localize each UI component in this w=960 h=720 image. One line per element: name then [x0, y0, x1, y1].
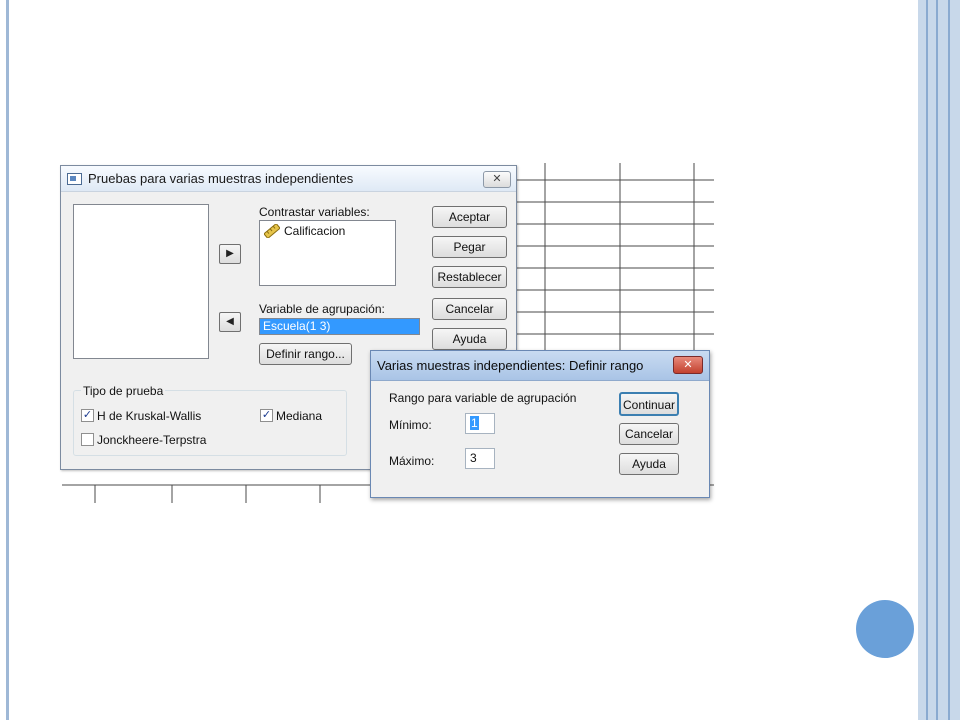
arrow-right-icon[interactable]: ▶ — [219, 244, 241, 264]
slide-accent-circle — [856, 600, 914, 658]
app-icon — [67, 172, 82, 185]
median-label: Mediana — [276, 409, 323, 423]
arrow-left-icon[interactable]: ◀ — [219, 312, 241, 332]
define-range-button[interactable]: Definir rango... — [259, 343, 352, 365]
cancel-button[interactable]: Cancelar — [432, 298, 507, 320]
median-checkbox[interactable]: ✓ — [260, 409, 273, 422]
ruler-icon — [264, 224, 280, 238]
maximum-value: 3 — [470, 451, 477, 465]
dialog-title: Pruebas para varias muestras independien… — [88, 171, 354, 186]
maximum-label: Máximo: — [389, 454, 435, 468]
grouping-variable-label: Variable de agrupación: — [259, 302, 385, 316]
close-icon[interactable]: ✕ — [673, 356, 703, 374]
slide-deco-line — [948, 0, 950, 720]
test-type-legend: Tipo de prueba — [81, 384, 166, 398]
contrast-variables-label: Contrastar variables: — [259, 205, 370, 219]
slide-deco-line — [936, 0, 938, 720]
slide-deco-line — [926, 0, 928, 720]
range-section-label: Rango para variable de agrupación — [389, 391, 577, 405]
define-range-dialog: Varias muestras independientes: Definir … — [370, 350, 710, 498]
range-dialog-title: Varias muestras independientes: Definir … — [377, 358, 644, 373]
paste-button[interactable]: Pegar — [432, 236, 507, 258]
help-button[interactable]: Ayuda — [432, 328, 507, 350]
range-cancel-button[interactable]: Cancelar — [619, 423, 679, 445]
variable-name: Calificacion — [284, 224, 346, 238]
slide-right-decoration — [918, 0, 960, 720]
contrast-variables-list[interactable]: Calificacion — [259, 220, 396, 286]
kruskal-wallis-checkbox[interactable]: ✓ — [81, 409, 94, 422]
kruskal-wallis-label: H de Kruskal-Wallis — [97, 409, 202, 423]
minimum-input[interactable]: 1 — [465, 413, 495, 434]
dialog-titlebar: Pruebas para varias muestras independien… — [61, 166, 516, 192]
source-variables-list[interactable] — [73, 204, 209, 359]
jonckheere-terpstra-label: Jonckheere-Terpstra — [97, 433, 207, 447]
jonckheere-terpstra-checkbox[interactable] — [81, 433, 94, 446]
grouping-variable-field[interactable]: Escuela(1 3) — [259, 318, 420, 335]
minimum-label: Mínimo: — [389, 418, 432, 432]
accept-button[interactable]: Aceptar — [432, 206, 507, 228]
range-dialog-titlebar: Varias muestras independientes: Definir … — [371, 351, 709, 381]
slide-left-border — [6, 0, 9, 720]
close-icon[interactable]: ✕ — [483, 171, 511, 188]
continue-button[interactable]: Continuar — [619, 392, 679, 416]
range-help-button[interactable]: Ayuda — [619, 453, 679, 475]
reset-button[interactable]: Restablecer — [432, 266, 507, 288]
maximum-input[interactable]: 3 — [465, 448, 495, 469]
minimum-value: 1 — [470, 416, 479, 430]
list-item[interactable]: Calificacion — [264, 224, 345, 238]
